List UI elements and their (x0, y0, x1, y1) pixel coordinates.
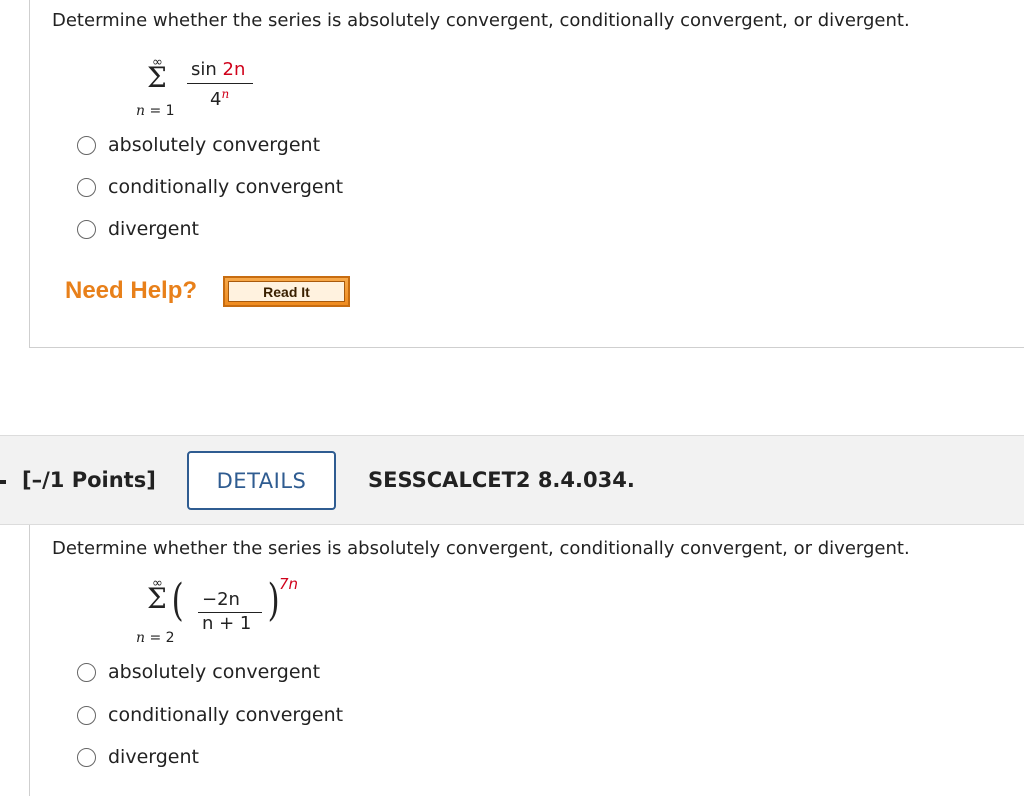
radio-icon[interactable] (77, 662, 96, 682)
details-button[interactable]: DETAILS (187, 451, 336, 510)
option-divergent[interactable]: divergent (77, 218, 199, 240)
exponent: 7n (279, 575, 299, 593)
question-2-panel: Determine whether the series is absolute… (29, 525, 1024, 796)
question-2-header: [–/1 Points] DETAILS SESSCALCET2 8.4.034… (0, 435, 1024, 525)
points-label: [–/1 Points] (22, 468, 156, 492)
right-paren: ) (267, 575, 280, 626)
fraction-denominator: n + 1 (202, 613, 252, 634)
option-conditionally-convergent[interactable]: conditionally convergent (77, 704, 343, 726)
option-absolutely-convergent[interactable]: absolutely convergent (77, 661, 320, 683)
radio-icon[interactable] (77, 747, 96, 767)
read-it-button[interactable]: Read It (223, 276, 350, 307)
need-help-label: Need Help? (65, 277, 198, 304)
left-paren: ( (171, 575, 184, 626)
question-number-dot (0, 480, 6, 484)
fraction-bar (187, 83, 253, 84)
radio-icon[interactable] (77, 219, 96, 239)
option-absolutely-convergent[interactable]: absolutely convergent (77, 134, 320, 156)
fraction-denominator: 4n (210, 87, 230, 110)
question-2-prompt: Determine whether the series is absolute… (52, 538, 910, 559)
radio-icon[interactable] (77, 177, 96, 197)
fraction-numerator: −2n (202, 589, 240, 610)
radio-icon[interactable] (77, 705, 96, 725)
option-divergent[interactable]: divergent (77, 746, 199, 768)
problem-code: SESSCALCET2 8.4.034. (368, 468, 635, 492)
sum-lower-limit: n = 2 (136, 630, 175, 646)
question-1-panel: Determine whether the series is absolute… (29, 0, 1024, 348)
fraction-numerator: sin 2n (191, 59, 246, 80)
option-conditionally-convergent[interactable]: conditionally convergent (77, 176, 343, 198)
sigma-symbol: Σ (147, 61, 167, 94)
sigma-symbol: Σ (147, 582, 167, 615)
sum-lower-limit: n = 1 (136, 103, 175, 119)
radio-icon[interactable] (77, 135, 96, 155)
question-1-prompt: Determine whether the series is absolute… (52, 10, 910, 31)
